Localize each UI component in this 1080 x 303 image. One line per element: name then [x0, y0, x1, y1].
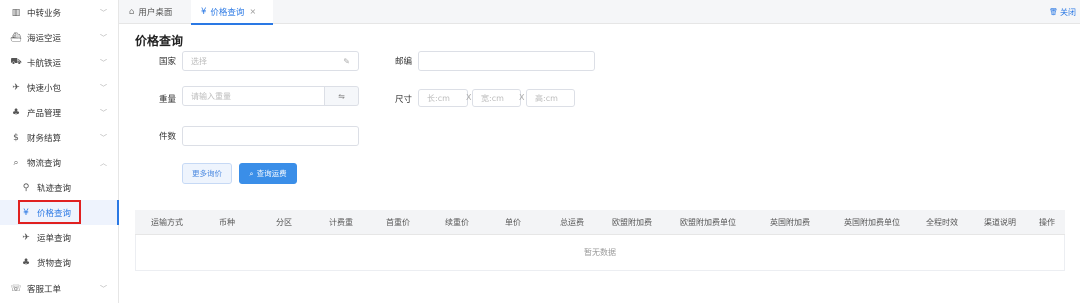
- ship-icon: ⛴: [10, 32, 22, 43]
- close-all-label: 关闭: [1060, 7, 1076, 17]
- service-icon: ☏: [10, 283, 22, 294]
- search-icon: ⌕: [13, 157, 19, 168]
- tab-label: 用户桌面: [138, 8, 173, 18]
- length-input[interactable]: 长:cm: [418, 89, 468, 107]
- sidebar-item-customer-service[interactable]: ☏ 客服工单 ﹀: [0, 276, 119, 301]
- more-inquiry-button[interactable]: 更多询价: [182, 163, 232, 184]
- column-header: 总运费: [560, 218, 584, 227]
- weight-input[interactable]: 请输入重量: [182, 86, 325, 106]
- column-header: 首重价: [386, 218, 410, 227]
- sidebar-item-tracking-query[interactable]: ⚲ 轨迹查询: [0, 175, 119, 200]
- query-freight-button[interactable]: ⌕ 查询运费: [239, 163, 297, 184]
- sidebar-item-waybill-query[interactable]: ✈ 运单查询: [0, 225, 119, 250]
- search-icon: ⌕: [249, 168, 254, 178]
- send-icon: ✈: [12, 82, 20, 93]
- sidebar-item-label: 运单查询: [37, 233, 72, 244]
- truck-icon: ⛟: [10, 57, 22, 67]
- table-body: 暂无数据: [135, 235, 1065, 271]
- empty-state-text: 暂无数据: [584, 248, 616, 257]
- chevron-down-icon: ﹀: [100, 33, 107, 42]
- chevron-down-icon: ﹀: [100, 108, 107, 117]
- close-icon[interactable]: ×: [249, 7, 256, 16]
- tab-user-desktop[interactable]: ⌂ 用户桌面: [129, 0, 172, 24]
- size-label: 尺寸: [394, 95, 412, 105]
- postcode-label: 邮编: [394, 57, 412, 67]
- sidebar-item-sea-air[interactable]: ⛴ 海运空运 ﹀: [0, 25, 119, 50]
- send-icon: ✈: [22, 232, 30, 243]
- trash-icon: 🗑: [1049, 8, 1058, 16]
- height-placeholder: 高:cm: [535, 93, 558, 103]
- edit-icon: ✎: [343, 56, 350, 66]
- product-icon: ♣: [11, 107, 21, 118]
- column-header: 欧盟附加费: [612, 218, 652, 227]
- size-separator: X: [466, 93, 472, 102]
- tab-price-query[interactable]: ¥ 价格查询 ×: [191, 0, 273, 25]
- dollar-icon: $: [13, 132, 19, 143]
- sidebar-item-product-management[interactable]: ♣ 产品管理 ﹀: [0, 100, 119, 125]
- sidebar-item-label: 中转业务: [27, 8, 62, 19]
- highlight-box: [18, 200, 81, 224]
- width-input[interactable]: 宽:cm: [472, 89, 521, 107]
- sidebar-item-label: 货物查询: [37, 258, 72, 269]
- chevron-down-icon: ﹀: [100, 133, 107, 142]
- sidebar: ▥ 中转业务 ﹀ ⛴ 海运空运 ﹀ ⛟ 卡航铁运 ﹀ ✈ 快速小包 ﹀ ♣ 产品…: [0, 0, 119, 303]
- column-header: 单价: [505, 218, 521, 227]
- weight-placeholder: 请输入重量: [191, 91, 231, 101]
- size-separator: X: [519, 93, 525, 102]
- table-header: 运输方式 币种 分区 计费重 首重价 续重价 单价 总运费 欧盟附加费 欧盟附加…: [135, 210, 1065, 235]
- width-placeholder: 宽:cm: [481, 93, 504, 103]
- sidebar-item-label: 客服工单: [27, 284, 62, 295]
- column-header: 续重价: [445, 218, 469, 227]
- sidebar-item-truck-rail[interactable]: ⛟ 卡航铁运 ﹀: [0, 50, 119, 75]
- chevron-down-icon: ﹀: [100, 83, 107, 92]
- pieces-label: 件数: [158, 132, 176, 142]
- chevron-up-icon: ︿: [100, 158, 107, 167]
- sidebar-item-express-parcel[interactable]: ✈ 快速小包 ﹀: [0, 75, 119, 100]
- sidebar-item-label: 快速小包: [27, 83, 62, 94]
- column-header: 欧盟附加费单位: [680, 218, 736, 227]
- column-header: 英国附加费单位: [844, 218, 900, 227]
- country-select[interactable]: 选择 ✎: [182, 51, 359, 71]
- sidebar-item-label: 产品管理: [27, 108, 62, 119]
- height-input[interactable]: 高:cm: [526, 89, 575, 107]
- column-header: 运输方式: [151, 218, 183, 227]
- column-header: 全程时效: [926, 218, 958, 227]
- sidebar-item-finance[interactable]: $ 财务结算 ﹀: [0, 125, 119, 150]
- weight-label: 重量: [158, 95, 176, 105]
- tab-bar: ⌂ 用户桌面 ¥ 价格查询 × 🗑 关闭: [119, 0, 1080, 25]
- chevron-down-icon: ﹀: [100, 58, 107, 67]
- pieces-input[interactable]: [182, 126, 359, 146]
- column-header: 计费重: [329, 218, 353, 227]
- length-placeholder: 长:cm: [427, 93, 450, 103]
- sidebar-item-label: 海运空运: [27, 33, 62, 44]
- page-title: 价格查询: [135, 34, 184, 48]
- sidebar-item-label: 轨迹查询: [37, 183, 72, 194]
- location-icon: ⚲: [22, 182, 30, 193]
- sidebar-item-logistics-query[interactable]: ⌕ 物流查询 ︿: [0, 150, 119, 175]
- sidebar-item-goods-query[interactable]: ♣ 货物查询: [0, 250, 119, 275]
- yen-icon: ¥: [201, 6, 207, 17]
- column-header: 英国附加费: [770, 218, 810, 227]
- postcode-input[interactable]: [418, 51, 595, 71]
- column-header: 操作: [1039, 218, 1055, 227]
- close-all-button[interactable]: 🗑 关闭: [1049, 0, 1076, 24]
- active-indicator: [117, 200, 119, 225]
- sidebar-item-label: 财务结算: [27, 133, 62, 144]
- column-header: 渠道说明: [984, 218, 1016, 227]
- chart-icon: ▥: [11, 7, 21, 18]
- chevron-down-icon: ﹀: [100, 8, 107, 17]
- sidebar-item-label: 卡航铁运: [27, 58, 62, 69]
- country-placeholder: 选择: [191, 56, 207, 66]
- weight-unit-icon: ⇋: [325, 86, 359, 106]
- query-freight-label: 查询运费: [256, 169, 287, 178]
- goods-icon: ♣: [21, 257, 31, 268]
- sidebar-item-transit[interactable]: ▥ 中转业务 ﹀: [0, 0, 119, 25]
- sidebar-item-label: 物流查询: [27, 158, 62, 169]
- home-icon: ⌂: [129, 7, 135, 17]
- tab-label: 价格查询: [210, 7, 245, 18]
- chevron-down-icon: ﹀: [100, 284, 107, 293]
- country-label: 国家: [158, 57, 176, 67]
- column-header: 分区: [276, 218, 292, 227]
- column-header: 币种: [219, 218, 235, 227]
